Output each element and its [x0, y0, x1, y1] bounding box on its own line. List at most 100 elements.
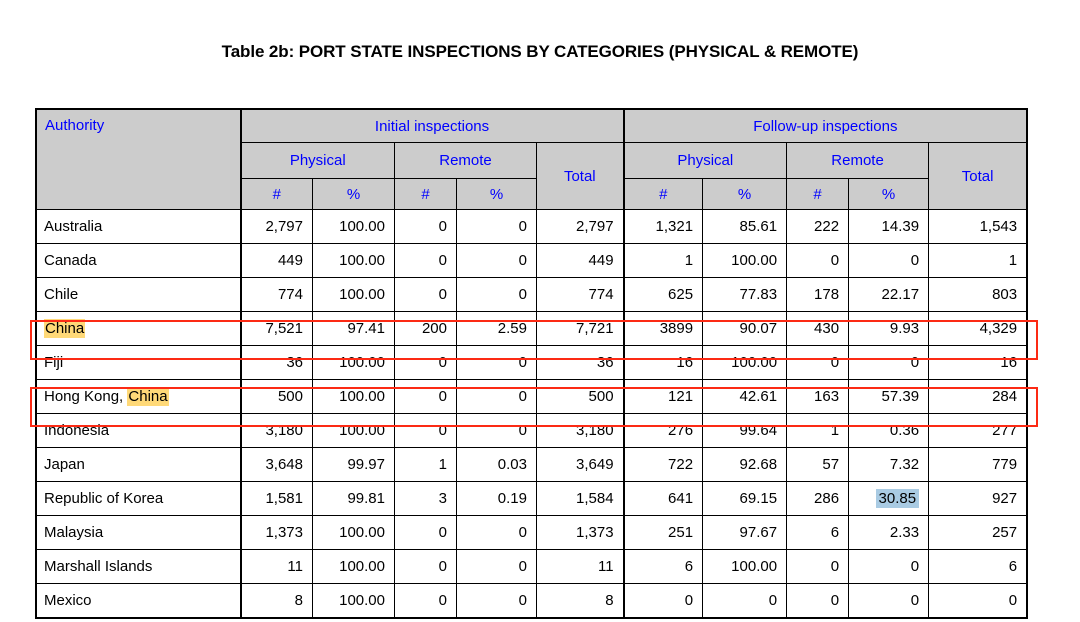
cell-initial-remote-count[interactable]: 0 [394, 277, 457, 312]
cell-followup-remote-percent[interactable]: 2.33 [848, 515, 930, 550]
cell-followup-physical-percent[interactable]: 69.15 [702, 481, 788, 516]
cell-authority[interactable]: Japan [36, 447, 241, 482]
cell-followup-physical-count[interactable]: 121 [622, 379, 704, 414]
cell-initial-physical-count[interactable]: 2,797 [239, 209, 313, 244]
cell-authority[interactable]: China [36, 311, 241, 346]
cell-authority[interactable]: Canada [36, 243, 241, 278]
cell-initial-remote-percent[interactable]: 0.19 [456, 481, 537, 516]
table-row[interactable]: Chile 774 100.00 0 0 774 625 77.83 178 22.17 803 [36, 277, 1028, 312]
cell-followup-physical-count[interactable]: 276 [622, 413, 704, 448]
cell-followup-physical-count[interactable]: 16 [622, 345, 704, 380]
cell-followup-physical-count[interactable]: 0 [622, 583, 704, 618]
cell-followup-physical-percent[interactable]: 90.07 [702, 311, 788, 346]
cell-followup-total[interactable]: 257 [928, 515, 1028, 550]
cell-followup-total[interactable]: 284 [928, 379, 1028, 414]
cell-initial-physical-percent[interactable]: 100.00 [312, 515, 395, 550]
cell-followup-physical-percent[interactable]: 97.67 [702, 515, 788, 550]
cell-initial-physical-percent[interactable]: 99.97 [312, 447, 395, 482]
cell-initial-physical-percent[interactable]: 99.81 [312, 481, 395, 516]
cell-initial-remote-percent[interactable]: 0 [456, 277, 537, 312]
cell-initial-remote-count[interactable]: 0 [394, 413, 457, 448]
cell-followup-remote-percent[interactable]: 57.39 [848, 379, 930, 414]
cell-initial-total[interactable]: 449 [535, 243, 625, 278]
cell-followup-remote-percent[interactable]: 14.39 [848, 209, 930, 244]
cell-initial-physical-count[interactable]: 1,581 [239, 481, 313, 516]
cell-authority[interactable]: Republic of Korea [36, 481, 241, 516]
cell-initial-remote-percent[interactable]: 0 [456, 549, 537, 584]
cell-initial-remote-percent[interactable]: 2.59 [456, 311, 537, 346]
cell-followup-physical-count[interactable]: 625 [622, 277, 704, 312]
cell-initial-remote-count[interactable]: 0 [394, 549, 457, 584]
cell-initial-total[interactable]: 7,721 [535, 311, 625, 346]
cell-followup-physical-percent[interactable]: 100.00 [702, 345, 788, 380]
cell-followup-physical-percent[interactable]: 0 [702, 583, 788, 618]
cell-initial-remote-count[interactable]: 200 [394, 311, 457, 346]
cell-initial-total[interactable]: 8 [535, 583, 625, 618]
cell-authority[interactable]: Indonesia [36, 413, 241, 448]
cell-initial-remote-percent[interactable]: 0 [456, 413, 537, 448]
cell-followup-physical-percent[interactable]: 99.64 [702, 413, 788, 448]
cell-initial-remote-count[interactable]: 0 [394, 515, 457, 550]
cell-followup-total[interactable]: 277 [928, 413, 1028, 448]
cell-authority[interactable]: Fiji [36, 345, 241, 380]
cell-followup-remote-count[interactable]: 286 [786, 481, 850, 516]
cell-initial-physical-percent[interactable]: 100.00 [312, 345, 395, 380]
cell-followup-total[interactable]: 927 [928, 481, 1028, 516]
cell-initial-total[interactable]: 1,584 [535, 481, 625, 516]
cell-followup-remote-count[interactable]: 430 [786, 311, 850, 346]
cell-initial-physical-percent[interactable]: 100.00 [312, 243, 395, 278]
cell-followup-total[interactable]: 0 [928, 583, 1028, 618]
cell-authority[interactable]: Marshall Islands [36, 549, 241, 584]
cell-initial-remote-percent[interactable]: 0 [456, 209, 537, 244]
cell-authority[interactable]: Malaysia [36, 515, 241, 550]
table-row[interactable]: China 7,521 97.41 200 2.59 7,721 3899 90.07 430 9… [36, 311, 1028, 346]
cell-followup-physical-count[interactable]: 251 [622, 515, 704, 550]
table-row[interactable]: Australia 2,797 100.00 0 0 2,797 1,321 85.61 222… [36, 209, 1028, 244]
cell-initial-physical-count[interactable]: 3,180 [239, 413, 313, 448]
cell-initial-total[interactable]: 36 [535, 345, 625, 380]
cell-followup-remote-percent[interactable]: 7.32 [848, 447, 930, 482]
table-row[interactable]: Marshall Islands 11 100.00 0 0 11 6 100.00 0 0 6 [36, 549, 1028, 584]
table-row[interactable]: Fiji 36 100.00 0 0 36 16 100.00 0 0 16 [36, 345, 1028, 380]
cell-followup-remote-percent[interactable]: 0 [848, 243, 930, 278]
cell-followup-total[interactable]: 803 [928, 277, 1028, 312]
cell-initial-remote-count[interactable]: 0 [394, 583, 457, 618]
cell-followup-total[interactable]: 1,543 [928, 209, 1028, 244]
cell-followup-remote-percent[interactable]: 0 [848, 345, 930, 380]
cell-followup-remote-count[interactable]: 6 [786, 515, 850, 550]
table-row[interactable]: Indonesia 3,180 100.00 0 0 3,180 276 99.64 1 0.36… [36, 413, 1028, 448]
cell-initial-physical-count[interactable]: 3,648 [239, 447, 313, 482]
cell-followup-physical-percent[interactable]: 77.83 [702, 277, 788, 312]
table-row[interactable]: Mexico 8 100.00 0 0 8 0 0 0 0 0 [36, 583, 1028, 618]
cell-initial-total[interactable]: 500 [535, 379, 625, 414]
table-row[interactable]: Malaysia 1,373 100.00 0 0 1,373 251 97.67 6 2.33 2… [36, 515, 1028, 550]
cell-initial-physical-percent[interactable]: 100.00 [312, 209, 395, 244]
cell-followup-remote-percent[interactable]: 0.36 [848, 413, 930, 448]
cell-followup-remote-count[interactable]: 222 [786, 209, 850, 244]
cell-initial-total[interactable]: 3,180 [535, 413, 625, 448]
cell-initial-total[interactable]: 3,649 [535, 447, 625, 482]
cell-authority[interactable]: Australia [36, 209, 241, 244]
cell-followup-physical-percent[interactable]: 42.61 [702, 379, 788, 414]
cell-initial-physical-percent[interactable]: 100.00 [312, 277, 395, 312]
cell-initial-remote-count[interactable]: 3 [394, 481, 457, 516]
cell-initial-remote-percent[interactable]: 0 [456, 583, 537, 618]
cell-followup-physical-count[interactable]: 641 [622, 481, 704, 516]
cell-followup-remote-percent[interactable]: 0 [848, 583, 930, 618]
cell-followup-physical-percent[interactable]: 100.00 [702, 243, 788, 278]
cell-initial-remote-count[interactable]: 0 [394, 209, 457, 244]
cell-initial-remote-count[interactable]: 0 [394, 345, 457, 380]
cell-followup-physical-count[interactable]: 722 [622, 447, 704, 482]
cell-initial-physical-percent[interactable]: 100.00 [312, 583, 395, 618]
cell-initial-remote-percent[interactable]: 0 [456, 379, 537, 414]
cell-initial-remote-count[interactable]: 0 [394, 379, 457, 414]
cell-initial-physical-count[interactable]: 1,373 [239, 515, 313, 550]
cell-initial-total[interactable]: 11 [535, 549, 625, 584]
cell-initial-total[interactable]: 2,797 [535, 209, 625, 244]
cell-initial-remote-percent[interactable]: 0 [456, 243, 537, 278]
cell-initial-total[interactable]: 774 [535, 277, 625, 312]
cell-initial-physical-count[interactable]: 500 [239, 379, 313, 414]
cell-followup-remote-percent[interactable]: 9.93 [848, 311, 930, 346]
cell-initial-physical-count[interactable]: 7,521 [239, 311, 313, 346]
cell-authority[interactable]: Chile [36, 277, 241, 312]
